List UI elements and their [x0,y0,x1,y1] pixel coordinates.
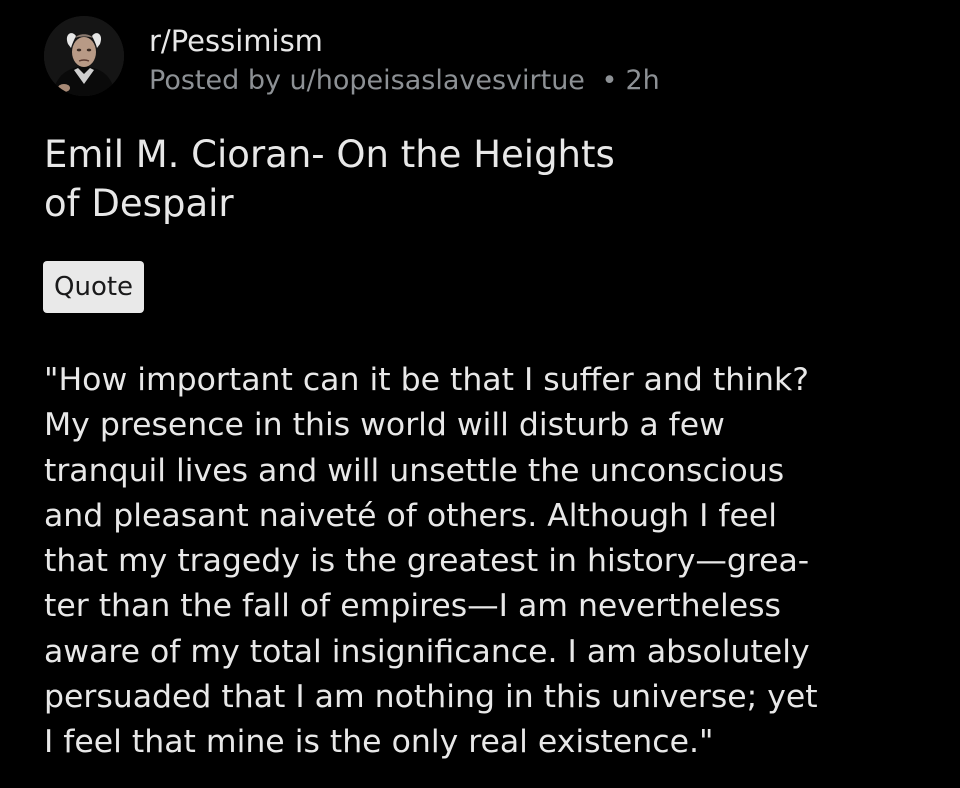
body-line: ter than the fall of empires—I am nevert… [44,588,781,625]
post-header-text: r/Pessimism Posted by u/hopeisaslavesvir… [149,16,660,99]
body-line: "How important can it be that I suffer a… [44,362,809,398]
body-line: I feel that mine is the only real existe… [44,724,714,761]
body-line: tranquil lives and will unsettle the unc… [44,452,785,489]
post-title-line: of Despair [44,182,234,225]
body-line: that my tragedy is the greatest in histo… [44,543,810,580]
post-flair[interactable]: Quote [43,261,145,313]
body-line: My presence in this world will disturb a… [44,407,725,444]
post-age: 2h [625,65,660,96]
post-meta: Posted by u/hopeisaslavesvirtue • 2h [149,63,660,99]
post-body: "How important can it be that I suffer a… [44,358,924,766]
meta-separator: • [601,65,618,96]
body-line: and pleasant naiveté of others. Although… [44,497,777,534]
post-header: r/Pessimism Posted by u/hopeisaslavesvir… [44,16,660,99]
post-card[interactable]: r/Pessimism Posted by u/hopeisaslavesvir… [0,0,960,788]
posted-by-label: Posted by [149,65,281,96]
subreddit-avatar[interactable] [44,16,124,96]
post-title-line: Emil M. Cioran- On the Heights [44,133,615,176]
subreddit-name[interactable]: r/Pessimism [149,23,660,59]
author-link[interactable]: u/hopeisaslavesvirtue [290,65,585,96]
body-line: aware of my total insignificance. I am a… [44,633,810,670]
body-line: persuaded that I am nothing in this univ… [44,679,818,716]
post-title[interactable]: Emil M. Cioran- On the Heights of Despai… [44,130,804,228]
portrait-icon [44,16,124,96]
